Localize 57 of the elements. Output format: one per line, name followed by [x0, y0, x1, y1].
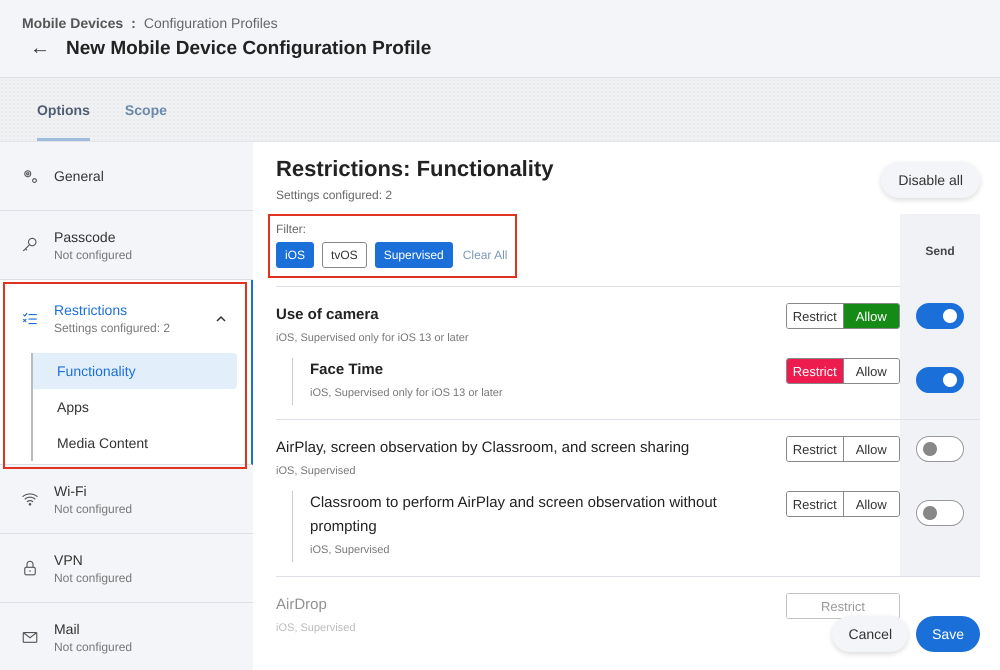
sidebar-item[interactable]: Restrictions Settings configured: 2 — [21, 284, 245, 353]
send-toggle[interactable] — [916, 367, 964, 393]
sidebar-subitem[interactable]: Apps — [33, 389, 237, 425]
sidebar-item[interactable]: Passcode Not configured — [21, 210, 253, 280]
filter-label: Filter: — [276, 222, 307, 236]
sidebar-item[interactable]: Mail Not configured — [21, 602, 253, 670]
cancel-button[interactable]: Cancel — [832, 616, 908, 652]
setting-platforms: iOS, Supervised — [276, 622, 356, 634]
setting-title: Use of camera — [276, 305, 380, 325]
sidebar-item[interactable]: VPN Not configured — [21, 534, 253, 602]
filter-chip[interactable]: Supervised — [374, 242, 453, 268]
sidebar-label: Mail — [54, 620, 81, 636]
allow-button[interactable]: Allow — [842, 359, 899, 383]
restrict-button[interactable]: Restrict — [787, 359, 842, 383]
send-toggle[interactable] — [916, 500, 964, 526]
key-icon — [21, 236, 39, 254]
disable-all-button[interactable]: Disable all — [881, 162, 980, 198]
filter-chip[interactable]: tvOS — [322, 242, 367, 268]
setting-platforms: iOS, Supervised only for iOS 13 or later — [276, 332, 470, 344]
save-button[interactable]: Save — [916, 616, 980, 652]
back-button[interactable]: ← — [30, 37, 50, 60]
setting-title: AirPlay, screen observation by Classroom, and screen sharing — [276, 438, 690, 458]
configured-count: Settings configured: 2 — [276, 188, 394, 202]
setting-title: Classroom to perform AirPlay and screen observation without prompting — [310, 493, 718, 537]
sidebar-status: Not configured — [54, 502, 134, 516]
setting-platforms: iOS, Supervised only for iOS 13 or later — [310, 387, 504, 399]
sidebar-item[interactable]: General — [21, 142, 253, 210]
setting-title: Face Time — [310, 360, 384, 380]
sidebar-status: Not configured — [54, 570, 134, 584]
page-title: New Mobile Device Configuration Profile — [66, 38, 432, 60]
breadcrumb-link[interactable]: Mobile Devices — [22, 15, 124, 31]
allow-button[interactable]: Allow — [842, 492, 899, 516]
lock-icon — [21, 559, 39, 577]
setting-title: AirDrop — [276, 595, 328, 615]
panel-title: Restrictions: Functionality — [276, 156, 554, 182]
sidebar-item[interactable]: Wi-Fi Not configured — [21, 464, 253, 534]
sidebar-label: VPN — [54, 552, 84, 568]
filter-chip[interactable]: iOS — [276, 242, 314, 268]
sidebar-subitem[interactable]: Functionality — [33, 353, 237, 389]
allow-button[interactable]: Allow — [842, 437, 899, 461]
breadcrumb-current: Configuration Profiles — [144, 15, 278, 31]
sidebar-status: Settings configured: 2 — [54, 321, 172, 335]
send-column-header: Send — [925, 244, 955, 258]
send-toggle[interactable] — [916, 303, 964, 329]
breadcrumb-separator: : — [131, 15, 136, 31]
setting-platforms: iOS, Supervised — [276, 465, 356, 477]
setting-platforms: iOS, Supervised — [310, 544, 390, 556]
sidebar-subitem[interactable]: Media Content — [33, 425, 237, 461]
allow-button[interactable]: Allow — [842, 304, 899, 328]
sidebar-label: Passcode — [54, 228, 116, 244]
sidebar-status: Not configured — [54, 640, 134, 654]
gears-icon — [21, 167, 39, 185]
sidebar-label: Restrictions — [54, 302, 128, 318]
sidebar-label: Wi-Fi — [54, 482, 88, 498]
sidebar-status: Not configured — [54, 248, 134, 262]
send-toggle[interactable] — [916, 436, 964, 462]
sidebar-label: General — [54, 168, 105, 184]
